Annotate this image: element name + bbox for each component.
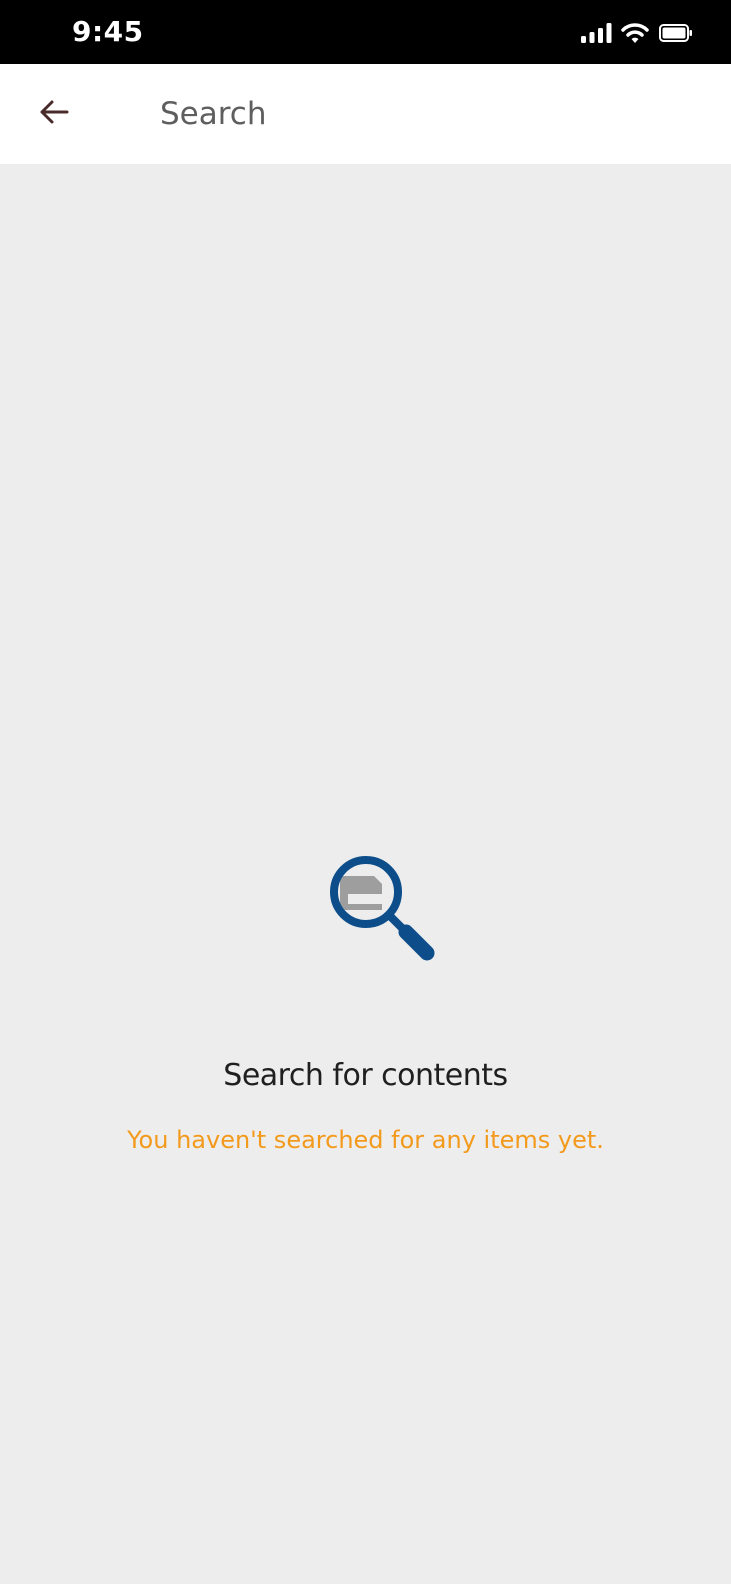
back-button[interactable] — [28, 88, 80, 140]
signal-icon — [581, 23, 613, 43]
empty-state: Search for contents You haven't searched… — [0, 164, 731, 1584]
wifi-icon — [621, 22, 649, 44]
status-time: 9:45 — [72, 15, 144, 48]
back-arrow-icon — [39, 99, 69, 129]
magnifier-document-icon — [326, 854, 442, 964]
battery-icon — [659, 24, 693, 42]
search-header — [0, 64, 731, 164]
search-input[interactable] — [160, 86, 680, 142]
empty-state-title: Search for contents — [223, 1058, 508, 1093]
empty-state-message: You haven't searched for any items yet. — [127, 1126, 604, 1154]
status-icons — [581, 20, 693, 46]
status-bar: 9:45 — [0, 0, 731, 64]
